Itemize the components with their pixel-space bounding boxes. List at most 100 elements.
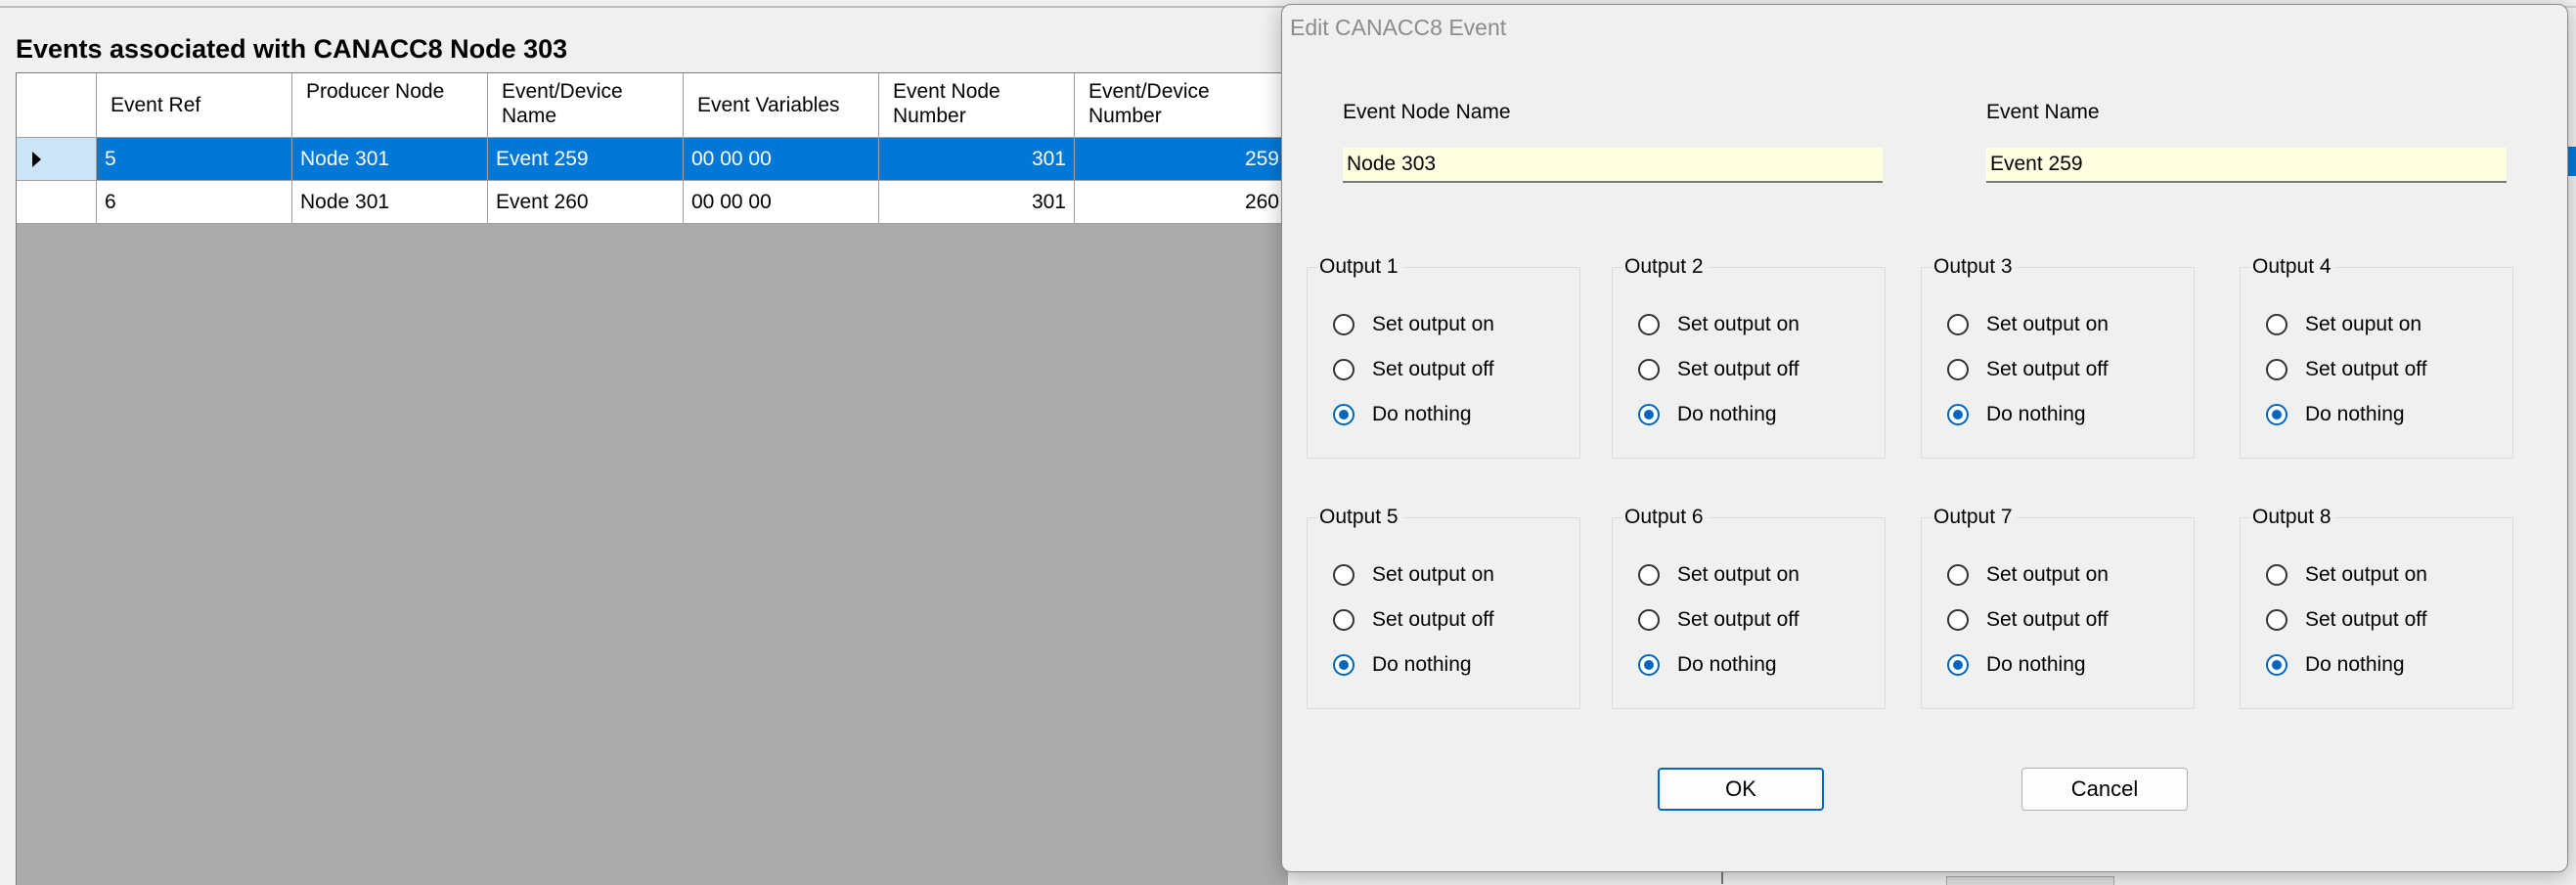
- radio-checked-icon: [2266, 654, 2287, 676]
- event-name-label: Event Name: [1986, 101, 2100, 123]
- output-6-label: Output 6: [1622, 506, 1708, 529]
- radio-label: Do nothing: [1986, 653, 2086, 676]
- radio-unchecked-icon: [1947, 564, 1969, 586]
- col-producer-node[interactable]: Producer Node: [292, 73, 488, 138]
- radio-checked-icon: [1638, 654, 1660, 676]
- grid-header: Event Ref Producer Node Event/Device Nam…: [17, 73, 1288, 138]
- output-4-group: Output 4 Set ouput on Set output off Do …: [2240, 255, 2513, 459]
- radio-label: Do nothing: [1986, 403, 2086, 425]
- radio-label: Do nothing: [2305, 653, 2405, 676]
- radio-unchecked-icon: [1333, 314, 1355, 335]
- radio-label: Do nothing: [2305, 403, 2405, 425]
- radio-label: Set output off: [1677, 608, 1799, 631]
- radio-label: Set output on: [1986, 313, 2109, 335]
- window-top-border: [0, 6, 1286, 8]
- cancel-button[interactable]: Cancel: [2021, 768, 2188, 811]
- radio-unchecked-icon: [1638, 609, 1660, 631]
- radio-label: Set output off: [1986, 608, 2109, 631]
- output-5-group: Output 5 Set output on Set output off Do…: [1307, 506, 1580, 709]
- radio-label: Set output off: [2305, 608, 2427, 631]
- output-1-label: Output 1: [1317, 255, 1402, 279]
- cell-event-node-number[interactable]: 301: [879, 138, 1075, 181]
- radio-unchecked-icon: [2266, 564, 2287, 586]
- radio-label: Do nothing: [1677, 403, 1777, 425]
- output-1-group: Output 1 Set output on Set output off Do…: [1307, 255, 1580, 459]
- radio-checked-icon: [1638, 404, 1660, 425]
- cell-event-variables[interactable]: 00 00 00: [684, 181, 879, 224]
- output-7-label: Output 7: [1932, 506, 2017, 529]
- radio-label: Set output on: [1986, 563, 2109, 586]
- output-3-label: Output 3: [1932, 255, 2017, 279]
- radio-label: Do nothing: [1372, 653, 1472, 676]
- radio-unchecked-icon: [2266, 314, 2287, 335]
- event-name-input[interactable]: [1986, 148, 2507, 183]
- radio-unchecked-icon: [1638, 314, 1660, 335]
- cell-event-device-number[interactable]: 259: [1075, 138, 1288, 181]
- cell-event-ref[interactable]: 5: [97, 138, 292, 181]
- col-event-ref[interactable]: Event Ref: [97, 73, 292, 138]
- events-grid[interactable]: Event Ref Producer Node Event/Device Nam…: [16, 72, 1288, 885]
- radio-label: Do nothing: [1677, 653, 1777, 676]
- cell-event-variables[interactable]: 00 00 00: [684, 138, 879, 181]
- row-header[interactable]: [17, 181, 97, 224]
- row-header[interactable]: [17, 138, 97, 181]
- col-event-node-number[interactable]: Event Node Number: [879, 73, 1075, 138]
- col-event-device-name[interactable]: Event/Device Name: [488, 73, 684, 138]
- cell-event-node-number[interactable]: 301: [879, 181, 1075, 224]
- col-event-device-number[interactable]: Event/Device Number: [1075, 73, 1288, 138]
- radio-label: Set output off: [1677, 358, 1799, 380]
- output-3-group: Output 3 Set output on Set output off Do…: [1921, 255, 2195, 459]
- radio-checked-icon: [1333, 404, 1355, 425]
- output-5-label: Output 5: [1317, 506, 1402, 529]
- radio-label: Set output on: [2305, 563, 2427, 586]
- output-8-group: Output 8 Set output on Set output off Do…: [2240, 506, 2513, 709]
- radio-label: Set output on: [1372, 313, 1494, 335]
- radio-unchecked-icon: [2266, 359, 2287, 380]
- cell-producer-node[interactable]: Node 301: [292, 138, 488, 181]
- radio-unchecked-icon: [1333, 359, 1355, 380]
- radio-checked-icon: [1947, 404, 1969, 425]
- radio-label: Set output on: [1677, 313, 1799, 335]
- output-2-group: Output 2 Set output on Set output off Do…: [1612, 255, 1886, 459]
- event-node-name-label: Event Node Name: [1343, 101, 1511, 123]
- radio-unchecked-icon: [1333, 609, 1355, 631]
- radio-label: Set output off: [1986, 358, 2109, 380]
- output-4-label: Output 4: [2250, 255, 2335, 279]
- radio-unchecked-icon: [1638, 359, 1660, 380]
- radio-unchecked-icon: [1947, 609, 1969, 631]
- radio-unchecked-icon: [1333, 564, 1355, 586]
- output-6-group: Output 6 Set output on Set output off Do…: [1612, 506, 1886, 709]
- radio-checked-icon: [1947, 654, 1969, 676]
- radio-unchecked-icon: [1638, 564, 1660, 586]
- cell-event-ref[interactable]: 6: [97, 181, 292, 224]
- radio-unchecked-icon: [1947, 314, 1969, 335]
- output-7-group: Output 7 Set output on Set output off Do…: [1921, 506, 2195, 709]
- col-event-variables[interactable]: Event Variables: [684, 73, 879, 138]
- radio-label: Set output off: [1372, 608, 1494, 631]
- edit-event-dialog: Edit CANACC8 Event Event Node Name Event…: [1281, 4, 2568, 872]
- radio-label: Do nothing: [1372, 403, 1472, 425]
- table-row[interactable]: 6 Node 301 Event 260 00 00 00 301 260: [17, 181, 1288, 224]
- radio-unchecked-icon: [1947, 359, 1969, 380]
- ok-button[interactable]: OK: [1658, 768, 1824, 811]
- radio-label: Set output off: [2305, 358, 2427, 380]
- radio-unchecked-icon: [2266, 609, 2287, 631]
- radio-checked-icon: [1333, 654, 1355, 676]
- dialog-title: Edit CANACC8 Event: [1290, 15, 1507, 40]
- radio-label: Set output on: [1372, 563, 1494, 586]
- radio-label: Set ouput on: [2305, 313, 2422, 335]
- radio-label: Set output on: [1677, 563, 1799, 586]
- radio-label: Set output off: [1372, 358, 1494, 380]
- cell-producer-node[interactable]: Node 301: [292, 181, 488, 224]
- events-title: Events associated with CANACC8 Node 303: [16, 34, 568, 64]
- table-row[interactable]: 5 Node 301 Event 259 00 00 00 301 259: [17, 138, 1288, 181]
- row-header-column: [17, 73, 97, 138]
- cell-event-device-name[interactable]: Event 259: [488, 138, 684, 181]
- output-8-label: Output 8: [2250, 506, 2335, 529]
- cell-event-device-number[interactable]: 260: [1075, 181, 1288, 224]
- radio-checked-icon: [2266, 404, 2287, 425]
- cell-event-device-name[interactable]: Event 260: [488, 181, 684, 224]
- output-2-label: Output 2: [1622, 255, 1708, 279]
- current-row-arrow-icon: [32, 152, 41, 167]
- event-node-name-input[interactable]: [1343, 148, 1883, 183]
